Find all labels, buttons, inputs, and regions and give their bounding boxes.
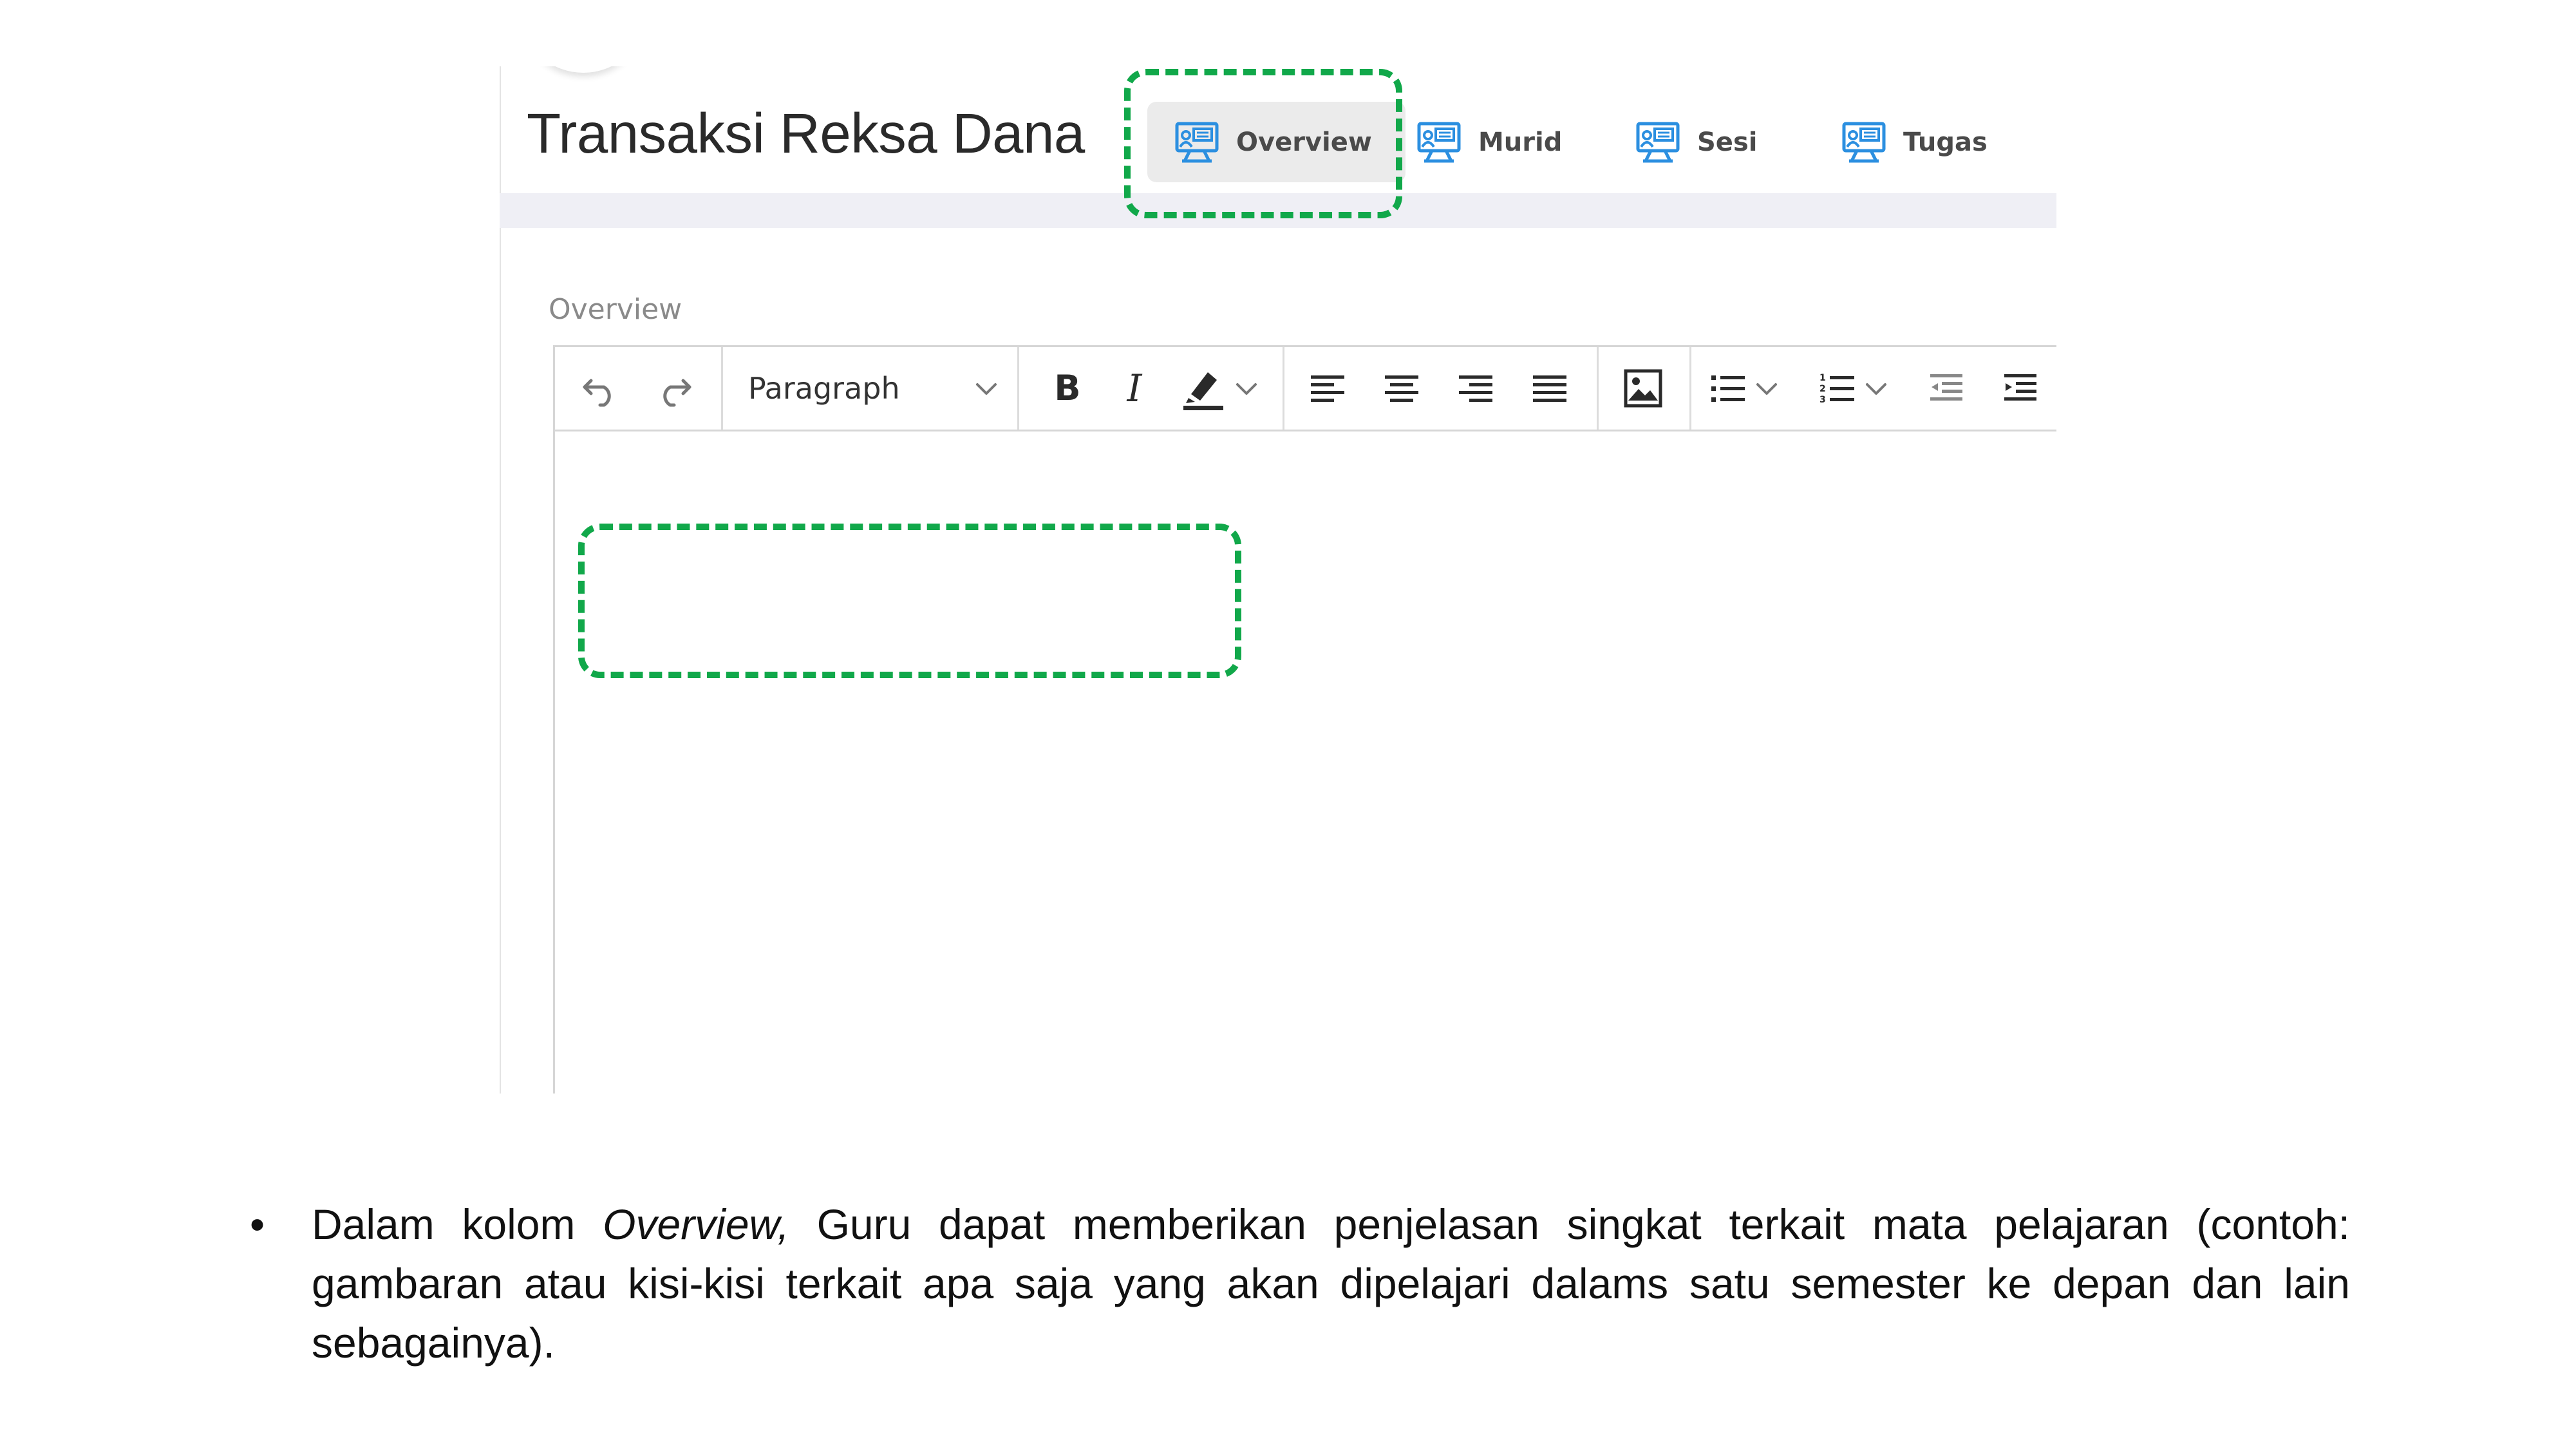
tab-bar-divider bbox=[500, 193, 2056, 228]
paragraph-format-dropdown[interactable]: Paragraph bbox=[748, 359, 999, 418]
app-screenshot: Transaksi Reksa Dana Overview Murid Sesi… bbox=[500, 66, 2056, 1094]
tab-label: Tugas bbox=[1903, 127, 1988, 157]
italic-icon: I bbox=[1127, 368, 1143, 409]
italic-button[interactable]: I bbox=[1110, 359, 1159, 418]
numbered-list-button[interactable]: 1 2 3 bbox=[1817, 359, 1907, 418]
editor-content-area[interactable] bbox=[555, 431, 2056, 1094]
bulleted-list-icon bbox=[1711, 375, 1745, 402]
align-justify-icon bbox=[1533, 375, 1566, 402]
highlight-button[interactable] bbox=[1180, 359, 1276, 418]
editor-toolbar: Paragraph B I 1 2 3 bbox=[555, 347, 2056, 431]
svg-text:I: I bbox=[1127, 368, 1143, 409]
monitor-icon bbox=[1636, 122, 1680, 162]
bold-button[interactable]: B bbox=[1043, 359, 1092, 418]
caption-paragraph: Dalam kolom Overview, Guru dapat memberi… bbox=[312, 1195, 2350, 1372]
redo-button[interactable] bbox=[648, 359, 700, 418]
page-title: Transaksi Reksa Dana bbox=[527, 102, 1085, 165]
undo-icon bbox=[583, 379, 611, 407]
toolbar-separator bbox=[1283, 347, 1284, 430]
indent-icon bbox=[2004, 374, 2036, 401]
caption-text-start: Dalam kolom bbox=[312, 1200, 603, 1248]
tab-murid[interactable]: Murid bbox=[1416, 102, 1562, 182]
monitor-icon bbox=[1842, 122, 1886, 162]
tab-sesi[interactable]: Sesi bbox=[1635, 102, 1757, 182]
outdent-icon bbox=[1930, 374, 1962, 401]
tab-label: Overview bbox=[1236, 127, 1372, 157]
rich-text-editor: Paragraph B I 1 2 3 bbox=[553, 345, 2056, 1094]
chevron-down-icon bbox=[1756, 383, 1777, 395]
undo-button[interactable] bbox=[574, 359, 626, 418]
bold-icon: B bbox=[1054, 368, 1080, 408]
caption-emphasis: Overview, bbox=[603, 1200, 789, 1248]
align-right-icon bbox=[1459, 375, 1492, 402]
align-justify-button[interactable] bbox=[1524, 359, 1575, 418]
format-select-value: Paragraph bbox=[748, 371, 900, 406]
align-left-icon bbox=[1311, 375, 1344, 402]
align-center-icon bbox=[1385, 375, 1418, 402]
bulleted-list-button[interactable] bbox=[1707, 359, 1798, 418]
toolbar-separator bbox=[1689, 347, 1691, 430]
toolbar-separator bbox=[1597, 347, 1599, 430]
svg-text:2: 2 bbox=[1819, 384, 1826, 394]
bullet-marker: • bbox=[250, 1200, 265, 1248]
redo-icon bbox=[663, 379, 691, 407]
instruction-caption: • Dalam kolom Overview, Guru dapat membe… bbox=[250, 1195, 2350, 1372]
tab-label: Sesi bbox=[1697, 127, 1758, 157]
svg-text:3: 3 bbox=[1819, 395, 1826, 405]
insert-image-button[interactable] bbox=[1617, 359, 1669, 418]
monitor-icon bbox=[1175, 122, 1219, 162]
svg-text:1: 1 bbox=[1819, 373, 1826, 383]
overview-field-label: Overview bbox=[549, 293, 682, 326]
tab-tugas[interactable]: Tugas bbox=[1841, 102, 1988, 182]
tab-label: Murid bbox=[1478, 127, 1563, 157]
avatar[interactable] bbox=[525, 66, 641, 73]
align-right-button[interactable] bbox=[1450, 359, 1501, 418]
monitor-icon bbox=[1417, 122, 1461, 162]
numbered-list-icon: 1 2 3 bbox=[1819, 373, 1854, 405]
highlight-icon bbox=[1183, 372, 1223, 410]
outdent-button[interactable] bbox=[1920, 359, 1971, 418]
toolbar-separator bbox=[721, 347, 723, 430]
tab-overview[interactable]: Overview bbox=[1147, 102, 1406, 182]
align-left-button[interactable] bbox=[1302, 359, 1353, 418]
svg-text:B: B bbox=[1054, 368, 1080, 408]
chevron-down-icon bbox=[1866, 383, 1886, 395]
align-center-button[interactable] bbox=[1376, 359, 1427, 418]
toolbar-separator bbox=[1017, 347, 1019, 430]
chevron-down-icon bbox=[1236, 383, 1257, 395]
chevron-down-icon bbox=[976, 383, 997, 395]
indent-button[interactable] bbox=[1994, 359, 2045, 418]
insert-image-icon bbox=[1624, 369, 1662, 408]
